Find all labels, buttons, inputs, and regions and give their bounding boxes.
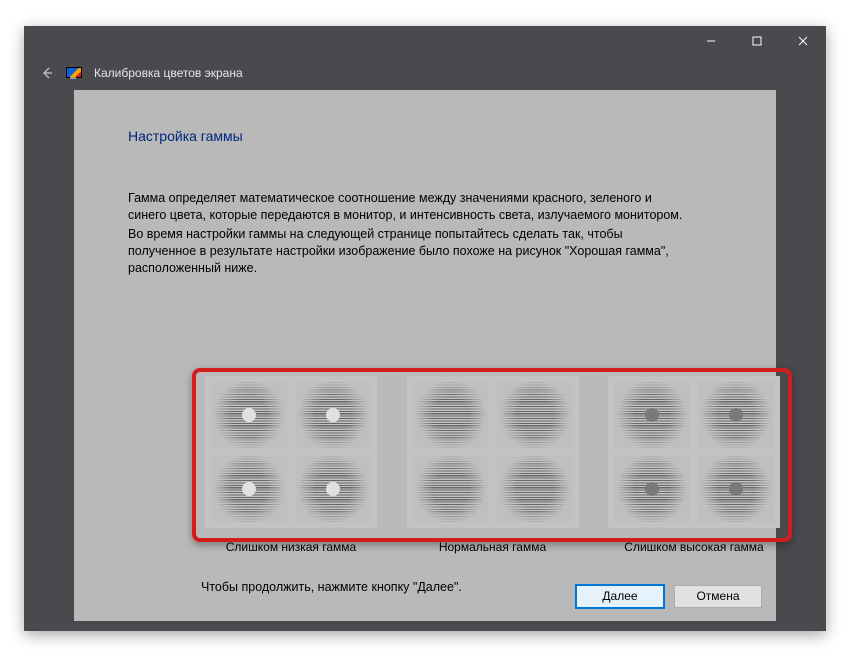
gamma-sample-high: Слишком высокая гамма: [604, 376, 784, 554]
continue-instruction: Чтобы продолжить, нажмите кнопку "Далее"…: [201, 580, 462, 594]
cancel-button[interactable]: Отмена: [674, 585, 762, 608]
gamma-circle: [614, 382, 690, 448]
description-text: Гамма определяет математическое соотноше…: [128, 190, 688, 276]
gamma-sample-low: Слишком низкая гамма: [201, 376, 381, 554]
header-title: Калибровка цветов экрана: [94, 66, 243, 80]
gamma-circle: [698, 456, 774, 522]
minimize-icon: [706, 36, 716, 46]
back-button[interactable]: [40, 66, 54, 80]
window-titlebar: [24, 26, 826, 56]
back-arrow-icon: [40, 66, 54, 80]
gamma-image-high: [608, 376, 780, 528]
content-area: Настройка гаммы Гамма определяет математ…: [74, 90, 776, 571]
gamma-circle: [211, 456, 287, 522]
gamma-circle: [497, 382, 573, 448]
gamma-circle: [614, 456, 690, 522]
description-paragraph-2: Во время настройки гаммы на следующей ст…: [128, 226, 688, 277]
gamma-circle: [211, 382, 287, 448]
window-header: Калибровка цветов экрана: [24, 56, 826, 90]
minimize-button[interactable]: [688, 26, 734, 56]
gamma-image-low: [205, 376, 377, 528]
monitor-calibration-icon: [66, 67, 82, 79]
next-button[interactable]: Далее: [576, 585, 664, 608]
gamma-label-normal: Нормальная гамма: [398, 540, 588, 554]
gamma-samples: Слишком низкая гамма Нормальная гамма: [201, 376, 784, 549]
gamma-label-high: Слишком высокая гамма: [599, 540, 789, 554]
gamma-circle: [497, 456, 573, 522]
close-button[interactable]: [780, 26, 826, 56]
gamma-label-low: Слишком низкая гамма: [196, 540, 386, 554]
gamma-sample-normal: Нормальная гамма: [403, 376, 583, 554]
page-title: Настройка гаммы: [128, 128, 722, 144]
gamma-circle: [413, 382, 489, 448]
maximize-icon: [752, 36, 762, 46]
gamma-circle: [413, 456, 489, 522]
close-icon: [798, 36, 808, 46]
gamma-circle: [295, 382, 371, 448]
description-paragraph-1: Гамма определяет математическое соотноше…: [128, 190, 688, 224]
gamma-circle: [295, 456, 371, 522]
gamma-image-normal: [407, 376, 579, 528]
maximize-button[interactable]: [734, 26, 780, 56]
footer-buttons: Далее Отмена: [74, 571, 776, 621]
gamma-circle: [698, 382, 774, 448]
calibration-window: Калибровка цветов экрана Настройка гаммы…: [24, 26, 826, 631]
